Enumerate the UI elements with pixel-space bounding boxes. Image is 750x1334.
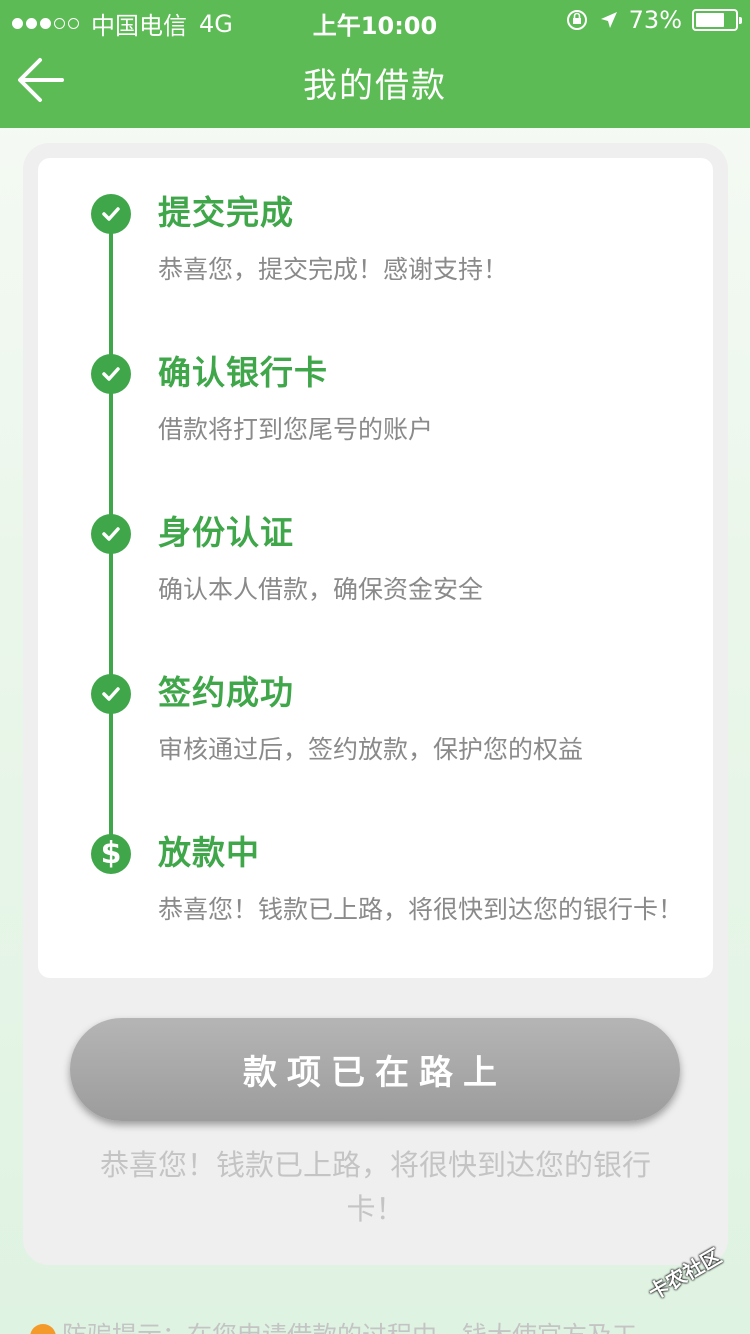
status-hint: 恭喜您！钱款已上路，将很快到达您的银行卡！	[99, 1148, 651, 1226]
check-icon	[91, 354, 131, 394]
step-title: 身份认证	[158, 513, 294, 552]
check-icon	[91, 194, 131, 234]
check-icon	[91, 514, 131, 554]
battery-level	[696, 13, 724, 27]
page-title: 我的借款	[303, 66, 447, 106]
top-bar: 中国电信 4G 上午10:00 73% 我的借款	[0, 0, 750, 128]
step-title: 签约成功	[158, 673, 294, 712]
progress-card: 提交完成 恭喜您，提交完成！感谢支持！ 确认银行卡 借款将打到您尾号的账户 身份…	[38, 158, 713, 978]
warning-icon	[30, 1324, 56, 1334]
check-icon	[91, 674, 131, 714]
status-right: 73%	[565, 6, 742, 34]
anti-fraud-tip: 防骗提示：在您申请借款的过程中，钱大使官方及工	[30, 1316, 750, 1334]
battery-percent: 73%	[628, 6, 682, 34]
rotation-lock-icon	[566, 10, 587, 30]
step-description: 确认本人借款，确保资金安全	[158, 575, 484, 604]
loan-status-button[interactable]: 款项已在路上	[70, 1018, 680, 1121]
battery-icon	[692, 9, 742, 31]
loan-status-panel: 提交完成 恭喜您，提交完成！感谢支持！ 确认银行卡 借款将打到您尾号的账户 身份…	[23, 143, 728, 1265]
dollar-icon: $	[91, 834, 131, 874]
step-description: 恭喜您！钱款已上路，将很快到达您的银行卡！	[158, 895, 684, 924]
step-description: 恭喜您，提交完成！感谢支持！	[158, 255, 509, 284]
step-description: 审核通过后，签约放款，保护您的权益	[158, 735, 584, 764]
step-title: 提交完成	[158, 193, 294, 232]
step-title: 放款中	[158, 833, 260, 872]
step-title: 确认银行卡	[158, 353, 328, 392]
step-description: 借款将打到您尾号的账户	[158, 415, 434, 444]
anti-fraud-tip-text: 防骗提示：在您申请借款的过程中，钱大使官方及工	[62, 1321, 637, 1334]
location-arrow-icon	[600, 12, 617, 28]
status-bar: 中国电信 4G 上午10:00 73%	[0, 0, 750, 40]
